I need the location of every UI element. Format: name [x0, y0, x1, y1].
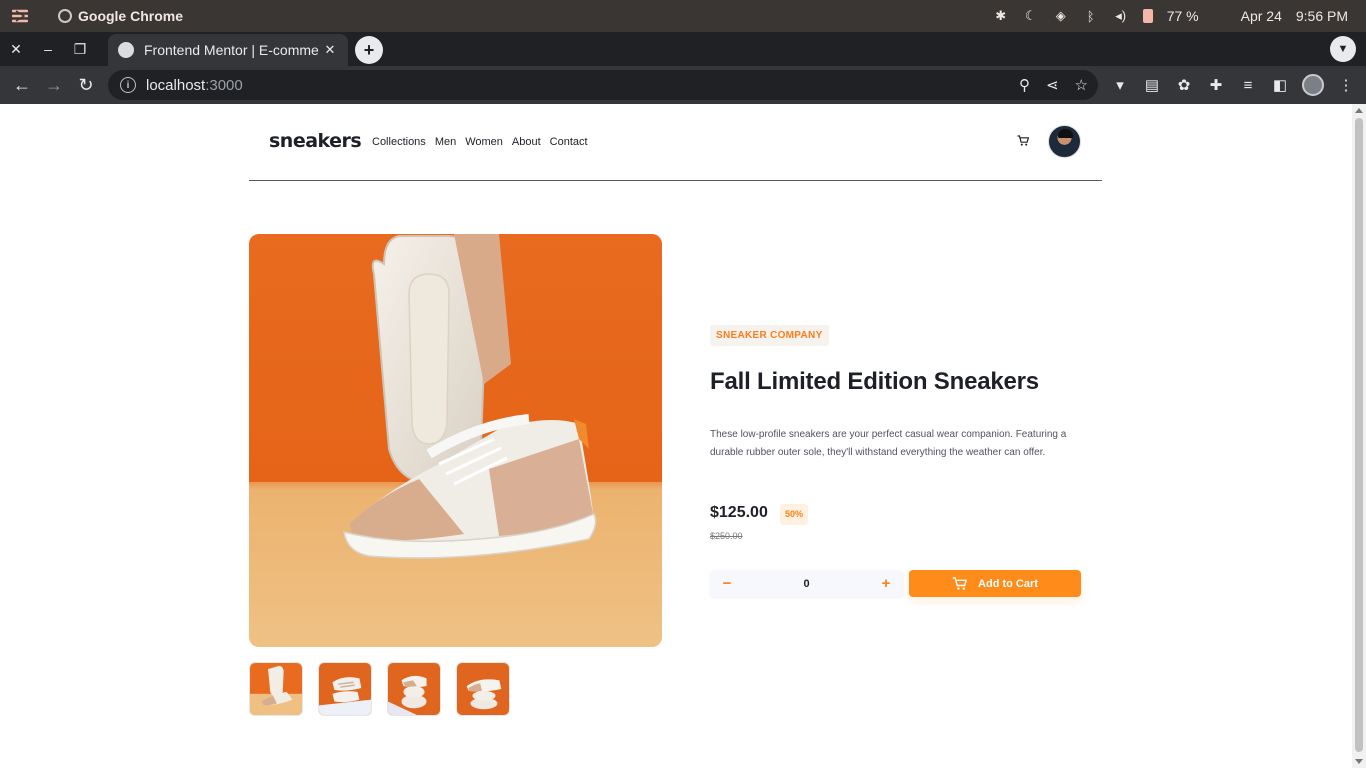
browser-toolbar: ← → ↻ i localhost:3000 ⚲ ⋖ ☆ ▾ ▤ ✿ ✚ ≡ ◧… [0, 66, 1366, 104]
company-badge: SNEAKER COMPANY [710, 325, 829, 346]
address-bar[interactable]: i localhost:3000 ⚲ ⋖ ☆ [108, 70, 1098, 100]
tab-favicon-icon [118, 42, 134, 58]
battery-level: 77 % [1166, 8, 1199, 24]
bluetooth-icon[interactable]: ᛒ [1083, 8, 1099, 24]
forward-icon[interactable]: → [38, 69, 70, 101]
thumbnail-2[interactable] [318, 662, 372, 716]
restore-window-icon[interactable]: ❐ [64, 33, 96, 65]
bookmark-star-icon[interactable]: ☆ [1075, 76, 1088, 94]
chrome-icon [58, 9, 72, 23]
product-description: These low-profile sneakers are your perf… [710, 429, 1067, 458]
thumbnail-strip [249, 662, 510, 716]
quantity-value[interactable]: 0 [803, 578, 809, 590]
tab-title: Frontend Mentor | E-comme [144, 42, 319, 58]
menu-kebab-icon[interactable]: ⋮ [1336, 75, 1356, 95]
site-logo[interactable]: sneakers [269, 130, 362, 152]
extension-copy-icon[interactable]: ▤ [1142, 75, 1162, 95]
thumbnail-3[interactable] [387, 662, 441, 716]
discount-badge: 50% [780, 504, 809, 525]
zoom-icon[interactable]: ⚲ [1019, 76, 1030, 94]
nav-contact[interactable]: Contact [550, 136, 588, 148]
quantity-minus-button[interactable]: − [720, 575, 734, 592]
slack-icon[interactable]: ✱ [993, 8, 1009, 24]
scroll-down-icon[interactable] [1355, 759, 1363, 764]
reload-icon[interactable]: ↻ [70, 69, 102, 101]
scroll-up-icon[interactable] [1355, 108, 1363, 113]
quantity-stepper: − 0 + [710, 570, 903, 597]
date: Apr 24 [1240, 8, 1282, 24]
wifi-icon[interactable]: ◈ [1053, 8, 1069, 24]
launcher-icon[interactable] [12, 8, 28, 24]
url-port: :3000 [205, 76, 243, 94]
new-tab-button[interactable]: + [355, 36, 383, 64]
side-panel-icon[interactable]: ◧ [1270, 75, 1290, 95]
thumbnail-4[interactable] [456, 662, 510, 716]
tab-close-icon[interactable]: ✕ [322, 42, 338, 58]
profile-avatar[interactable] [1302, 74, 1324, 96]
night-mode-icon[interactable]: ☾ [1023, 8, 1039, 24]
tab-strip: ✕ – ❐ Frontend Mentor | E-comme ✕ + ▼ [0, 32, 1366, 66]
original-price: $250.00 [710, 531, 743, 541]
volume-icon[interactable]: ◂) [1113, 8, 1129, 24]
product-main-image[interactable] [249, 234, 662, 647]
nav-about[interactable]: About [512, 136, 541, 148]
current-price: $125.00 [710, 504, 768, 521]
cart-icon[interactable] [1017, 135, 1029, 147]
main-nav: Collections Men Women About Contact [372, 136, 588, 148]
quantity-plus-button[interactable]: + [879, 575, 893, 592]
user-avatar[interactable] [1048, 125, 1081, 158]
minimize-window-icon[interactable]: – [32, 33, 64, 65]
clock: 9:56 PM [1295, 8, 1348, 24]
active-app: Google Chrome [58, 8, 183, 24]
add-to-cart-button[interactable]: Add to Cart [909, 570, 1081, 597]
page-scrollbar[interactable] [1352, 104, 1366, 768]
thumbnail-1[interactable] [249, 662, 303, 716]
nav-women[interactable]: Women [465, 136, 503, 148]
close-window-icon[interactable]: ✕ [0, 33, 32, 65]
battery-icon[interactable] [1142, 9, 1153, 23]
page-viewport: sneakers Collections Men Women About Con… [0, 104, 1366, 768]
extensions-puzzle-icon[interactable]: ✚ [1206, 75, 1226, 95]
scroll-thumb[interactable] [1355, 118, 1363, 752]
nav-men[interactable]: Men [435, 136, 456, 148]
reading-list-icon[interactable]: ≡ [1238, 75, 1258, 95]
nav-collections[interactable]: Collections [372, 136, 426, 148]
site-header: sneakers Collections Men Women About Con… [249, 104, 1102, 181]
extension-color-icon[interactable]: ✿ [1174, 75, 1194, 95]
active-app-name: Google Chrome [78, 8, 184, 24]
back-icon[interactable]: ← [6, 69, 38, 101]
product-title: Fall Limited Edition Sneakers [710, 368, 1039, 395]
browser-tab[interactable]: Frontend Mentor | E-comme ✕ [108, 34, 348, 66]
site-info-icon[interactable]: i [120, 77, 136, 93]
cart-icon [952, 576, 968, 590]
tab-search-icon[interactable]: ▼ [1330, 36, 1356, 62]
os-top-bar: Google Chrome ✱ ☾ ◈ ᛒ ◂) 77 % Apr 24 9:5… [0, 0, 1366, 32]
extension-dropper-icon[interactable]: ▾ [1110, 75, 1130, 95]
share-icon[interactable]: ⋖ [1046, 76, 1059, 94]
url-host: localhost [146, 76, 206, 94]
add-to-cart-label: Add to Cart [978, 577, 1038, 590]
